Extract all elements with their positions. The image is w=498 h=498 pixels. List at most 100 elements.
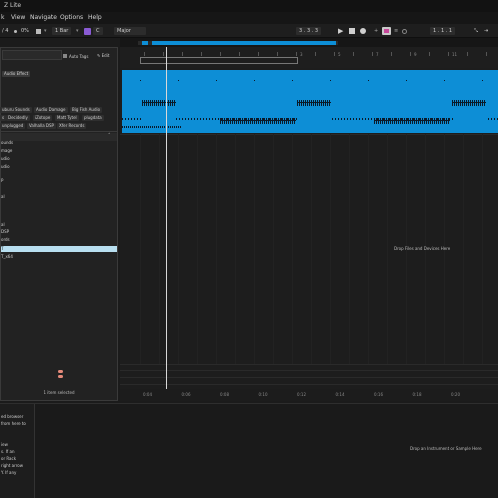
browser-list-item[interactable] [0,209,1,215]
browser-list-item[interactable]: DSP [0,229,9,235]
clip-note [178,80,179,81]
clip-note [332,118,333,120]
tag-chip[interactable]: unplugged [0,123,26,129]
quantize-select[interactable]: 1 Bar [52,27,72,35]
ruler-tick [144,52,145,56]
loop-end[interactable]: 1 . 1 . 1 [430,27,456,35]
clip-note [491,118,492,120]
browser-list-item[interactable]: al [0,222,5,228]
capture-icon[interactable]: ≡ [394,27,398,35]
stop-icon[interactable] [349,28,355,34]
clip-note [449,118,450,120]
menu-item-help[interactable]: Help [88,14,102,21]
song-position[interactable]: 3 . 3 . 3 [296,27,322,35]
drop-files-hint: Drop Files and Devices Here [394,246,451,251]
browser-list-item[interactable]: mage [0,148,12,154]
ruler-tick [410,52,411,56]
ruler-tick [334,52,335,56]
scale-select[interactable]: Major [114,27,146,35]
draw-mode-icon[interactable]: ⤡ [474,27,478,35]
info-text-line: from here to [1,421,26,426]
menu-item-navigate[interactable]: Navigate [30,14,57,21]
punch-icon[interactable]: ⇥ [484,27,488,35]
tag-chip[interactable]: Audio Damage [34,107,68,113]
chevron-down-icon[interactable]: ▾ [44,27,47,35]
tag-chip[interactable]: uburu Sounds [0,107,32,113]
tag-chip[interactable]: Matt Tytel [55,115,79,121]
clip-note [330,80,331,81]
browser-list-item[interactable]: udio [0,164,10,170]
loop-brace[interactable] [140,57,298,64]
menu-item-file[interactable]: k [1,14,4,21]
overview-marker[interactable] [142,41,148,45]
play-icon[interactable]: ▶ [338,27,343,35]
edit-tags-button[interactable]: ✎ Edit [97,53,109,58]
track-divider [120,364,498,365]
time-ruler-label: 0:12 [297,392,306,397]
time-ruler[interactable] [120,389,498,401]
hot-swap-icon[interactable] [58,370,63,378]
zoom-value[interactable]: 0% [21,27,29,35]
ruler-tick [353,52,354,56]
clip-note [180,126,181,128]
tag-chip[interactable]: Big Fish Audio [70,107,103,113]
overdub-icon[interactable]: + [374,27,378,35]
menu-item-view[interactable]: View [11,14,25,21]
follow-icon[interactable] [36,29,41,34]
info-text-line: right arrow [1,463,23,468]
browser-list-item[interactable]: P [0,178,3,184]
grid-line [273,134,274,364]
browser-list-item[interactable]: T_x64 [0,254,13,260]
tag-chip[interactable]: Valhalla DSP [27,123,56,129]
tag-chip[interactable]: iZotope [33,115,53,121]
menu-item-options[interactable]: Options [60,14,83,21]
grid-line [216,134,217,364]
session-record-icon[interactable] [402,29,407,34]
clip-note [142,126,143,128]
time-signature[interactable]: / 4 [2,27,8,35]
browser-list-item[interactable] [0,186,1,192]
clip-note [162,126,163,128]
tag-audio-effect[interactable]: Audio Effect [2,71,31,77]
clip-note [401,118,402,120]
overview-scrollbar[interactable] [152,41,336,45]
tag-chip[interactable]: Xfer Records [57,123,87,129]
clip-note [140,118,141,120]
browser-list-item[interactable]: udio [0,156,10,162]
clip-note [170,126,171,128]
time-ruler-label: 0:10 [258,392,268,397]
browser-list-item[interactable]: al [0,194,5,200]
grid-line [197,134,198,364]
track-divider [120,134,498,135]
ruler-tick [391,52,392,56]
clip-note [368,80,369,81]
scale-mode-icon[interactable] [84,28,91,35]
clip-note [293,118,294,120]
clip-note [176,126,177,128]
tag-chip[interactable]: Decidedly [6,115,30,121]
record-icon[interactable] [360,28,366,34]
auto-tags-toggle[interactable]: Auto Tags [63,53,88,61]
clip-note [216,80,217,81]
browser-selected-row[interactable] [1,246,117,252]
browser-list-item-selected[interactable]: T [0,246,3,252]
browser-list-item[interactable]: ounds [0,140,13,146]
playhead[interactable] [166,47,167,401]
clip-note [356,118,357,120]
grid-line [368,134,369,364]
key-select[interactable]: C [93,27,103,35]
browser-search-input[interactable] [2,50,62,60]
grid-line [292,134,293,364]
clip-note [281,118,282,120]
clip-note [140,126,141,128]
auto-tags-icon [63,54,67,58]
clip-note [132,126,133,128]
browser-divider [0,131,118,132]
tag-chip[interactable]: plugdata [82,115,104,121]
clip-note [263,118,264,120]
chevron-down-icon[interactable]: ▾ [76,27,79,35]
sort-chevron-icon[interactable]: ˄ [108,133,111,139]
clip-note [140,80,141,81]
edit-icon: ✎ [97,53,101,58]
browser-list-item[interactable]: ords [0,237,10,243]
